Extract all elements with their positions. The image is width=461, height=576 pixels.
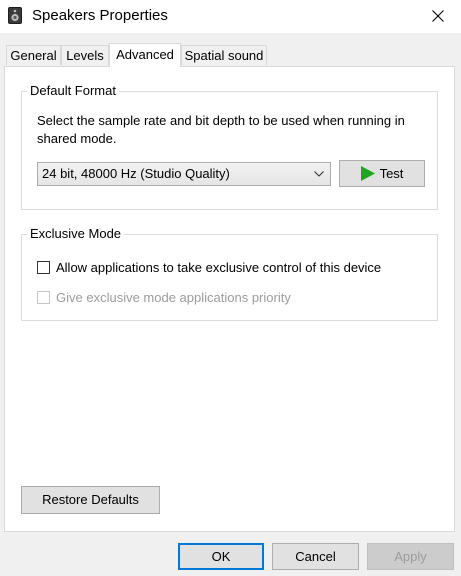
sample-format-dropdown[interactable]: 24 bit, 48000 Hz (Studio Quality) [37,162,331,186]
apply-button: Apply [367,543,454,570]
cancel-button[interactable]: Cancel [272,543,359,570]
default-format-description-line1: Select the sample rate and bit depth to … [37,113,405,128]
test-button[interactable]: Test [339,160,425,187]
allow-exclusive-label[interactable]: Allow applications to take exclusive con… [56,260,381,276]
test-button-label: Test [379,166,404,181]
play-icon [360,166,375,181]
tab-advanced[interactable]: Advanced [109,43,181,67]
exclusive-priority-label: Give exclusive mode applications priorit… [56,290,291,305]
restore-defaults-button[interactable]: Restore Defaults [21,486,160,514]
tab-spatial-sound[interactable]: Spatial sound [181,45,267,65]
close-icon [432,10,444,22]
sample-format-value: 24 bit, 48000 Hz (Studio Quality) [42,166,230,181]
window-title: Speakers Properties [32,7,168,24]
default-format-legend: Default Format [27,83,119,99]
speakers-properties-dialog: Speakers Properties General Levels Advan… [0,0,461,576]
title-bar: Speakers Properties [0,0,461,33]
close-button[interactable] [415,0,461,32]
tab-levels[interactable]: Levels [61,45,109,65]
exclusive-mode-group: Exclusive Mode Allow applications to tak… [21,226,438,321]
speaker-icon [8,7,22,24]
allow-exclusive-checkbox[interactable] [37,261,50,274]
exclusive-mode-legend: Exclusive Mode [27,226,125,242]
advanced-tab-panel: Default Format Select the sample rate an… [4,66,455,532]
chevron-down-icon [314,163,324,185]
ok-button[interactable]: OK [178,543,264,570]
exclusive-priority-checkbox [37,291,50,304]
default-format-group: Default Format Select the sample rate an… [21,83,438,210]
tab-general[interactable]: General [6,45,61,65]
default-format-description-line2: shared mode. [37,131,117,146]
